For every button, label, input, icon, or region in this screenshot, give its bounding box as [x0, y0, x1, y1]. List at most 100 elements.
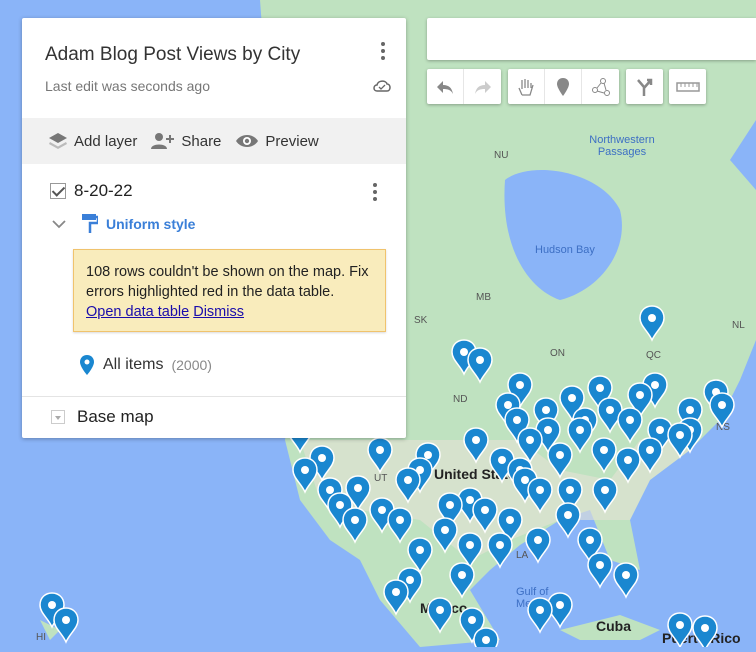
map-marker-dot: [701, 624, 709, 632]
map-marker-pin[interactable]: [555, 502, 581, 539]
redo-button[interactable]: [464, 69, 501, 104]
map-marker-pin[interactable]: [367, 437, 393, 474]
map-marker-dot: [656, 426, 664, 434]
add-directions-button[interactable]: [626, 69, 663, 104]
map-options-menu-icon[interactable]: [381, 42, 385, 63]
draw-line-button[interactable]: [582, 69, 619, 104]
map-marker-dot: [556, 451, 564, 459]
uniform-style-link[interactable]: Uniform style: [106, 216, 195, 232]
map-marker-pin[interactable]: [387, 507, 413, 544]
map-marker-dot: [376, 446, 384, 454]
map-marker-dot: [676, 431, 684, 439]
divider: [22, 396, 406, 397]
map-marker-pin[interactable]: [587, 552, 613, 589]
map-marker-dot: [542, 406, 550, 414]
cloud-saved-icon: [373, 80, 391, 92]
map-marker-dot: [482, 636, 490, 644]
dismiss-link[interactable]: Dismiss: [193, 304, 244, 320]
layer-style-row: Uniform style: [52, 214, 195, 234]
map-marker-dot: [596, 384, 604, 392]
marker-icon: [80, 355, 94, 375]
map-marker-dot: [568, 394, 576, 402]
map-marker-pin[interactable]: [487, 532, 513, 569]
map-marker-dot: [396, 516, 404, 524]
undo-button[interactable]: [427, 69, 464, 104]
map-marker-dot: [576, 426, 584, 434]
map-marker-pin[interactable]: [639, 305, 665, 342]
map-marker-dot: [521, 476, 529, 484]
select-items-button[interactable]: [508, 69, 545, 104]
map-marker-pin[interactable]: [383, 579, 409, 616]
open-data-table-link[interactable]: Open data table: [86, 304, 189, 320]
map-marker-dot: [466, 496, 474, 504]
map-marker-pin[interactable]: [472, 497, 498, 534]
map-marker-pin[interactable]: [667, 422, 693, 459]
map-marker-dot: [336, 501, 344, 509]
map-marker-pin[interactable]: [525, 527, 551, 564]
map-marker-pin[interactable]: [517, 427, 543, 464]
add-layer-label: Add layer: [74, 132, 138, 150]
map-marker-pin[interactable]: [667, 612, 693, 647]
map-marker-pin[interactable]: [613, 562, 639, 599]
map-marker-dot: [504, 401, 512, 409]
search-box[interactable]: [427, 18, 756, 60]
map-marker-pin[interactable]: [467, 347, 493, 384]
map-marker-pin[interactable]: [637, 437, 663, 474]
share-button[interactable]: Share: [151, 132, 221, 150]
paint-roller-icon: [82, 214, 98, 233]
map-marker-pin[interactable]: [615, 447, 641, 484]
all-items-label: All items: [103, 356, 164, 373]
map-marker-dot: [378, 506, 386, 514]
add-layer-button[interactable]: Add layer: [48, 132, 137, 150]
map-marker-pin[interactable]: [407, 537, 433, 574]
map-title[interactable]: Adam Blog Post Views by City: [45, 44, 300, 66]
map-marker-dot: [513, 416, 521, 424]
draw-toolbar: [508, 69, 619, 104]
map-marker-pin[interactable]: [292, 457, 318, 494]
chevron-down-icon[interactable]: [52, 219, 66, 229]
layers-icon: [49, 133, 67, 149]
map-marker-dot: [424, 451, 432, 459]
map-marker-pin[interactable]: [342, 507, 368, 544]
map-marker-dot: [354, 484, 362, 492]
map-marker-pin[interactable]: [547, 442, 573, 479]
all-items-count: (2000): [171, 357, 212, 373]
map-marker-pin[interactable]: [709, 392, 735, 429]
map-marker-dot: [651, 381, 659, 389]
map-marker-dot: [556, 601, 564, 609]
map-marker-pin[interactable]: [457, 532, 483, 569]
preview-button[interactable]: Preview: [235, 133, 319, 150]
map-marker-dot: [301, 466, 309, 474]
map-marker-pin[interactable]: [463, 427, 489, 464]
layer-options-menu-icon[interactable]: [373, 183, 377, 204]
map-marker-dot: [318, 454, 326, 462]
map-marker-pin[interactable]: [449, 562, 475, 599]
map-marker-dot: [626, 416, 634, 424]
map-marker-pin[interactable]: [527, 597, 553, 634]
map-marker-pin[interactable]: [395, 467, 421, 504]
map-marker-pin[interactable]: [432, 517, 458, 554]
measure-button[interactable]: [669, 69, 706, 104]
map-marker-pin[interactable]: [591, 437, 617, 474]
layer-name[interactable]: 8-20-22: [74, 181, 133, 201]
add-marker-button[interactable]: [545, 69, 582, 104]
share-label: Share: [181, 132, 222, 150]
base-map-row[interactable]: Base map: [51, 407, 154, 427]
map-marker-dot: [404, 476, 412, 484]
directions-toolbar: [626, 69, 663, 104]
base-map-dropdown-icon[interactable]: [51, 410, 65, 424]
layer-visibility-checkbox[interactable]: [50, 183, 66, 199]
map-marker-dot: [622, 571, 630, 579]
map-marker-pin[interactable]: [592, 477, 618, 514]
map-marker-pin[interactable]: [53, 607, 79, 644]
map-marker-pin[interactable]: [567, 417, 593, 454]
all-items-row[interactable]: All items (2000): [79, 354, 212, 376]
map-marker-pin[interactable]: [527, 477, 553, 514]
map-marker-dot: [62, 616, 70, 624]
map-marker-dot: [718, 401, 726, 409]
map-marker-dot: [472, 436, 480, 444]
map-marker-pin[interactable]: [617, 407, 643, 444]
map-marker-dot: [326, 486, 334, 494]
hand-icon: [518, 78, 534, 96]
map-marker-pin[interactable]: [427, 597, 453, 634]
